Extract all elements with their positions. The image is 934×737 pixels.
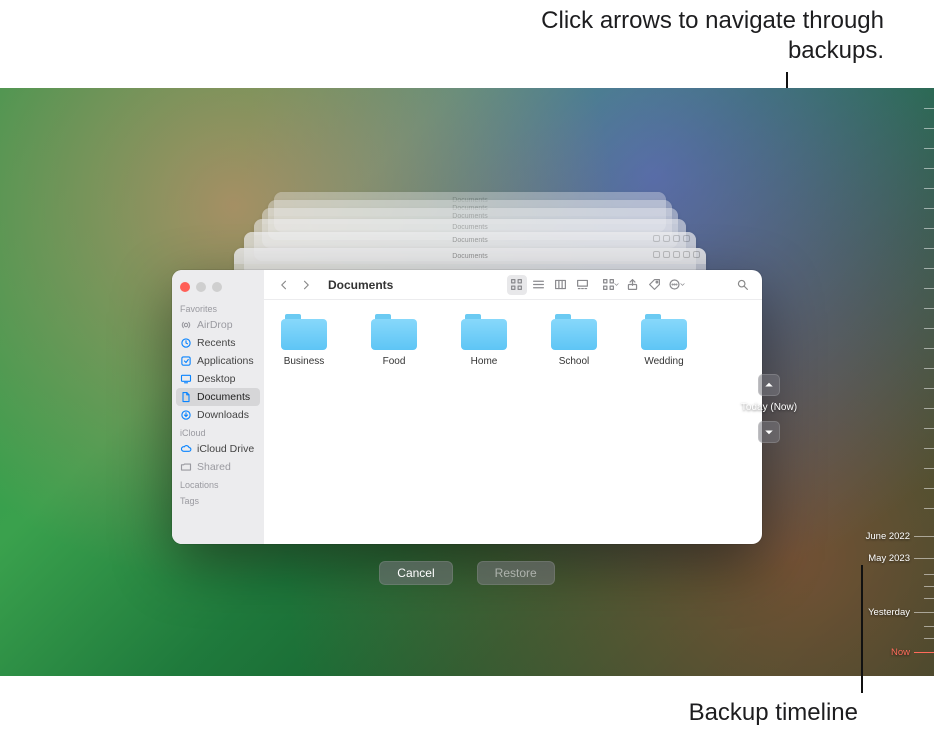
view-gallery-button[interactable] bbox=[573, 275, 593, 295]
callout-backup-timeline: Backup timeline bbox=[689, 699, 858, 727]
sidebar-item-label: Recents bbox=[197, 337, 236, 349]
cloud-icon bbox=[180, 443, 192, 455]
sidebar-header-tags: Tags bbox=[172, 492, 264, 508]
clock-icon bbox=[180, 337, 192, 349]
sidebar-item-label: Downloads bbox=[197, 409, 249, 421]
shared-folder-icon bbox=[180, 461, 192, 473]
desktop-icon bbox=[180, 373, 192, 385]
actions-button[interactable] bbox=[667, 275, 687, 295]
folder-item[interactable]: School bbox=[544, 314, 604, 367]
sidebar-item-recents[interactable]: Recents bbox=[172, 334, 264, 352]
folder-label: Home bbox=[454, 356, 514, 367]
folder-item[interactable]: Home bbox=[454, 314, 514, 367]
finder-content[interactable]: Business Food Home School Wedding bbox=[264, 300, 762, 544]
sidebar-item-label: Desktop bbox=[197, 373, 236, 385]
sidebar-item-downloads[interactable]: Downloads bbox=[172, 406, 264, 424]
folder-icon bbox=[551, 314, 597, 350]
view-list-button[interactable] bbox=[529, 275, 549, 295]
nav-later-button[interactable] bbox=[758, 421, 780, 443]
chevron-down-icon bbox=[763, 426, 775, 438]
close-icon[interactable] bbox=[180, 282, 190, 292]
window-traffic-lights[interactable] bbox=[172, 278, 264, 300]
folder-icon bbox=[281, 314, 327, 350]
sidebar-item-label: iCloud Drive bbox=[197, 443, 254, 455]
folder-label: Wedding bbox=[634, 356, 694, 367]
sidebar-item-label: Documents bbox=[197, 391, 250, 403]
timeline-label: Yesterday bbox=[868, 607, 910, 618]
document-icon bbox=[180, 391, 192, 403]
leader-line-bottom bbox=[861, 565, 863, 693]
finder-title: Documents bbox=[328, 278, 393, 292]
restore-button: Restore bbox=[477, 561, 555, 585]
folder-icon bbox=[371, 314, 417, 350]
sidebar-item-label: Applications bbox=[197, 355, 254, 367]
minimize-icon bbox=[196, 282, 206, 292]
folder-label: School bbox=[544, 356, 604, 367]
folder-icon bbox=[461, 314, 507, 350]
timeline-label: May 2023 bbox=[868, 553, 910, 564]
tags-button[interactable] bbox=[645, 275, 665, 295]
chevron-up-icon bbox=[763, 379, 775, 391]
applications-icon bbox=[180, 355, 192, 367]
view-columns-button[interactable] bbox=[551, 275, 571, 295]
airdrop-icon bbox=[180, 319, 192, 331]
view-mode-group bbox=[507, 275, 593, 295]
cancel-button[interactable]: Cancel bbox=[379, 561, 452, 585]
sidebar-item-applications[interactable]: Applications bbox=[172, 352, 264, 370]
folder-item[interactable]: Food bbox=[364, 314, 424, 367]
zoom-icon bbox=[212, 282, 222, 292]
current-backup-label: Today (Now) bbox=[729, 402, 809, 413]
nav-earlier-button[interactable] bbox=[758, 374, 780, 396]
time-machine-action-bar: Cancel Restore bbox=[172, 555, 762, 591]
time-machine-nav: Today (Now) bbox=[729, 374, 809, 449]
folder-icon bbox=[641, 314, 687, 350]
sidebar-header-locations: Locations bbox=[172, 476, 264, 492]
time-machine-desktop: Documents Documents Documents Documents … bbox=[0, 88, 934, 676]
view-icons-button[interactable] bbox=[507, 275, 527, 295]
folder-label: Business bbox=[274, 356, 334, 367]
sidebar-header-icloud: iCloud bbox=[172, 424, 264, 440]
sidebar-item-icloud-drive[interactable]: iCloud Drive bbox=[172, 440, 264, 458]
downloads-icon bbox=[180, 409, 192, 421]
folder-item[interactable]: Wedding bbox=[634, 314, 694, 367]
forward-button[interactable] bbox=[296, 275, 316, 295]
sidebar-item-airdrop[interactable]: AirDrop bbox=[172, 316, 264, 334]
sidebar-item-label: Shared bbox=[197, 461, 231, 473]
timeline-label: June 2022 bbox=[866, 531, 910, 542]
search-button[interactable] bbox=[732, 275, 752, 295]
folder-label: Food bbox=[364, 356, 424, 367]
backup-timeline[interactable]: June 2022 May 2023 Yesterday Now bbox=[904, 88, 934, 676]
sidebar-item-label: AirDrop bbox=[197, 319, 233, 331]
folder-item[interactable]: Business bbox=[274, 314, 334, 367]
callout-navigate-arrows: Click arrows to navigate through backups… bbox=[464, 6, 884, 66]
finder-sidebar: Favorites AirDrop Recents Applications D… bbox=[172, 270, 264, 544]
group-by-button[interactable] bbox=[601, 275, 621, 295]
finder-main: Documents bbox=[264, 270, 762, 544]
finder-toolbar: Documents bbox=[264, 270, 762, 300]
sidebar-header-favorites: Favorites bbox=[172, 300, 264, 316]
share-button[interactable] bbox=[623, 275, 643, 295]
sidebar-item-desktop[interactable]: Desktop bbox=[172, 370, 264, 388]
sidebar-item-documents[interactable]: Documents bbox=[176, 388, 260, 406]
finder-window: Favorites AirDrop Recents Applications D… bbox=[172, 270, 762, 544]
timeline-label-now: Now bbox=[891, 647, 910, 658]
sidebar-item-shared[interactable]: Shared bbox=[172, 458, 264, 476]
back-button[interactable] bbox=[274, 275, 294, 295]
